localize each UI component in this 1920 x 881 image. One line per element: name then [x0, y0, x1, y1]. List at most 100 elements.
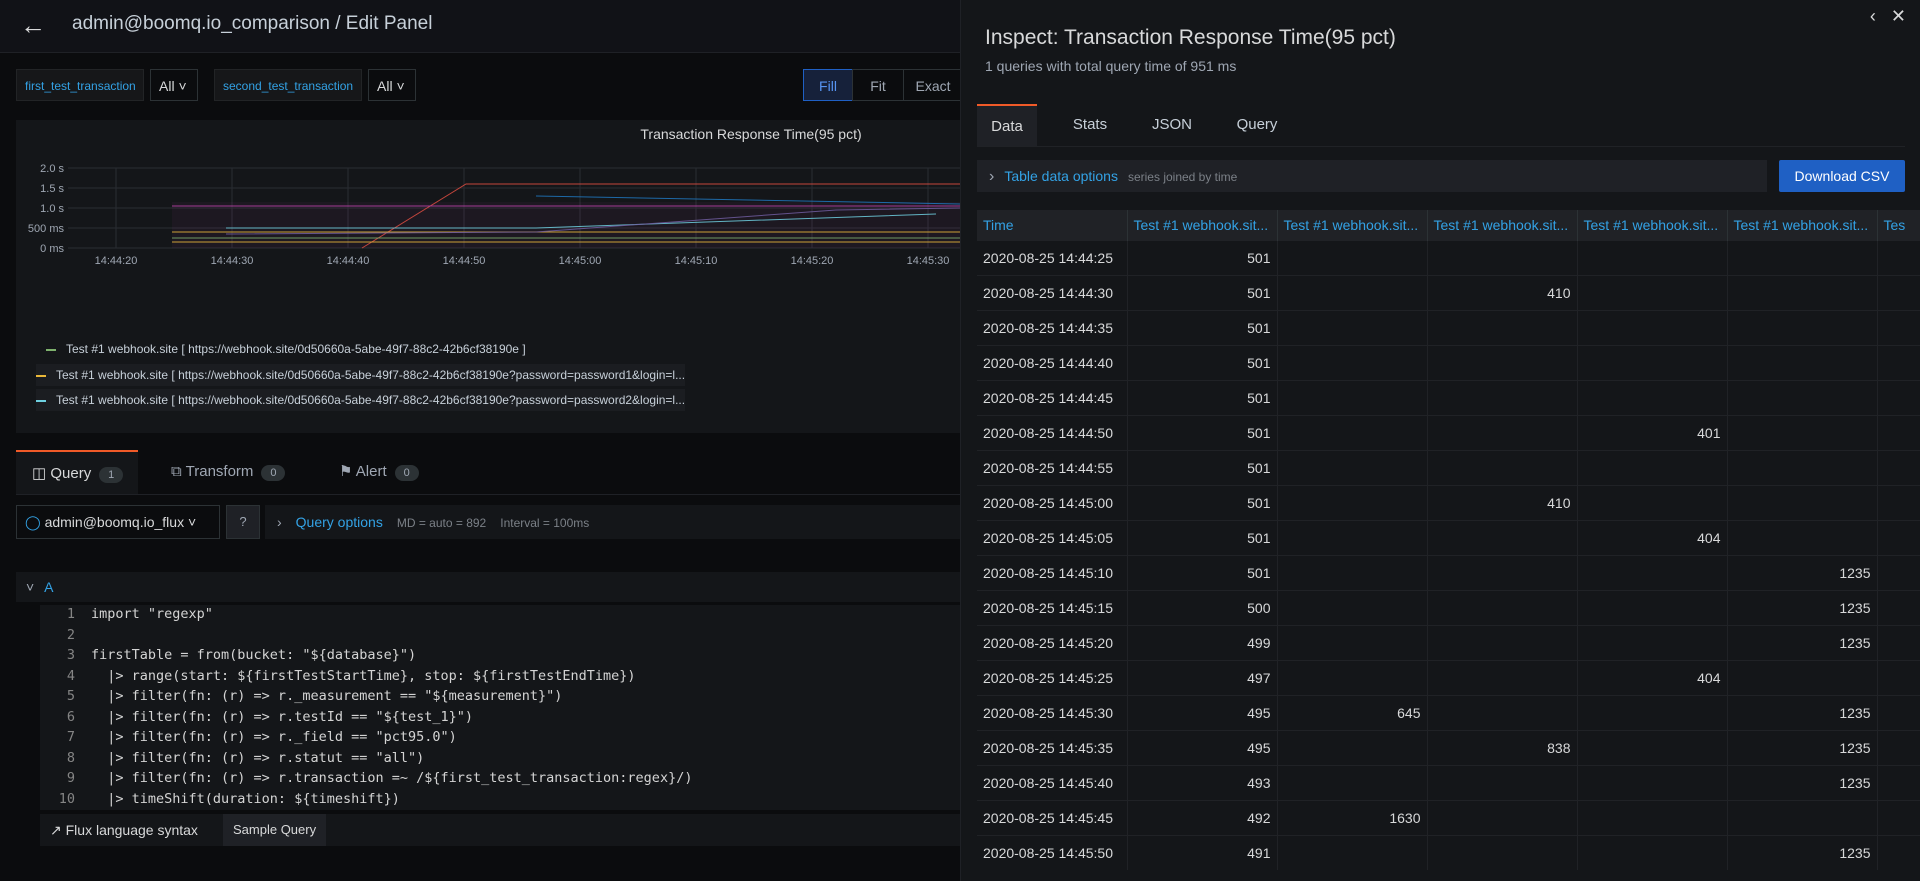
- table-cell: [1877, 520, 1920, 556]
- table-cell: 645: [1277, 695, 1428, 731]
- table-cell: 1235: [1727, 625, 1878, 661]
- column-header[interactable]: Test #1 webhook.sit...: [1277, 210, 1428, 241]
- view-mode-fit[interactable]: Fit: [852, 69, 904, 101]
- chevron-right-icon: ›: [989, 168, 995, 185]
- y-tick-label: 0 ms: [40, 243, 64, 255]
- code-line: 9 |> filter(fn: (r) => r.transaction =~ …: [40, 769, 693, 788]
- chevron-left-icon[interactable]: ‹: [1870, 6, 1876, 26]
- chevron-down-icon: ˅: [178, 78, 187, 94]
- table-cell: [1577, 800, 1728, 836]
- table-cell: [1277, 625, 1428, 661]
- code-line: 8 |> filter(fn: (r) => r.statut == "all"…: [40, 749, 424, 768]
- table-cell: [1277, 555, 1428, 591]
- column-header[interactable]: Test #1 webhook.sit...: [1427, 210, 1578, 241]
- code-text: import "regexp": [91, 606, 213, 622]
- flux-syntax-link[interactable]: ↗ Flux language syntax: [40, 814, 208, 846]
- view-mode-exact[interactable]: Exact: [903, 69, 960, 101]
- table-cell: 501: [1127, 555, 1278, 591]
- table-row: 2020-08-25 14:45:15 500 1235: [977, 590, 1920, 626]
- table-cell: 495: [1127, 695, 1278, 731]
- code-line: 5 |> filter(fn: (r) => r._measurement ==…: [40, 687, 563, 706]
- x-tick-label: 14:44:20: [95, 255, 138, 267]
- column-header[interactable]: Time: [977, 210, 1128, 241]
- tab-query[interactable]: ◫ Query 1: [16, 450, 138, 494]
- table-row: 2020-08-25 14:45:30 495 645 1235: [977, 695, 1920, 731]
- x-tick-label: 14:44:40: [327, 255, 370, 267]
- inspect-subtitle: 1 queries with total query time of 951 m…: [985, 58, 1237, 74]
- table-cell: 2020-08-25 14:44:40: [977, 345, 1128, 381]
- line-number: 2: [66, 626, 75, 643]
- legend-item[interactable]: Test #1 webhook.site [ https://webhook.s…: [46, 338, 526, 360]
- query-options[interactable]: › Query options MD = auto = 892 Interval = …: [265, 505, 960, 539]
- table-cell: [1427, 800, 1578, 836]
- code-editor[interactable]: 1 import "regexp" 2 3 firstTable = from(buck…: [40, 605, 960, 810]
- table-cell: 838: [1427, 730, 1578, 766]
- table-cell: [1727, 450, 1878, 486]
- drawer-controls: ‹ ✕: [1870, 6, 1906, 27]
- table-cell: [1577, 240, 1728, 276]
- table-cell: [1577, 485, 1728, 521]
- legend-item[interactable]: Test #1 webhook.site [ https://webhook.s…: [36, 364, 686, 386]
- tab-stats[interactable]: Stats: [1055, 104, 1125, 146]
- variable-select-first[interactable]: All ˅: [150, 69, 198, 101]
- table-cell: [1877, 835, 1920, 870]
- table-cell: [1577, 345, 1728, 381]
- table-cell: 501: [1127, 520, 1278, 556]
- arrow-left-icon[interactable]: ←: [20, 12, 46, 38]
- table-cell: [1577, 450, 1728, 486]
- table-cell: 1630: [1277, 800, 1428, 836]
- chevron-down-icon: ˅: [187, 514, 197, 530]
- close-icon[interactable]: ✕: [1891, 6, 1906, 26]
- help-icon[interactable]: ?: [226, 505, 260, 539]
- table-cell: 501: [1127, 240, 1278, 276]
- table-cell: 2020-08-25 14:45:30: [977, 695, 1128, 731]
- data-table: Time Test #1 webhook.sit... Test #1 webhoo…: [977, 210, 1920, 870]
- query-row-header[interactable]: ˅ A: [16, 572, 960, 602]
- column-header[interactable]: Test #1 webhook.sit...: [1127, 210, 1278, 241]
- response-time-chart: 2.0 s 1.5 s 1.0 s 500 ms 0 ms 14:44:20 14:44:3…: [28, 163, 960, 267]
- table-cell: [1427, 835, 1578, 870]
- datasource-picker[interactable]: ◯ admin@boomq.io_flux ˅: [16, 505, 220, 539]
- column-header[interactable]: Tes: [1877, 210, 1920, 241]
- table-cell: [1727, 240, 1878, 276]
- view-mode-fill[interactable]: Fill: [803, 69, 853, 101]
- table-row: 2020-08-25 14:44:40 501: [977, 345, 1920, 381]
- variable-select-second[interactable]: All ˅: [368, 69, 416, 101]
- y-tick-label: 2.0 s: [40, 163, 64, 175]
- series-area: [172, 202, 960, 248]
- table-cell: [1877, 310, 1920, 346]
- column-header[interactable]: Test #1 webhook.sit...: [1727, 210, 1878, 241]
- tab-label: Transform: [185, 463, 254, 480]
- table-row: 2020-08-25 14:44:50 501 401: [977, 415, 1920, 451]
- column-header[interactable]: Test #1 webhook.sit...: [1577, 210, 1728, 241]
- table-cell: 2020-08-25 14:45:35: [977, 730, 1128, 766]
- sample-query-button[interactable]: Sample Query: [223, 814, 327, 846]
- table-row: 2020-08-25 14:45:10 501 1235: [977, 555, 1920, 591]
- table-cell: [1877, 555, 1920, 591]
- table-row: 2020-08-25 14:45:50 491 1235: [977, 835, 1920, 870]
- table-cell: [1877, 695, 1920, 731]
- code-line: 1 import "regexp": [40, 605, 213, 624]
- tab-json[interactable]: JSON: [1137, 104, 1207, 146]
- tab-query[interactable]: Query: [1222, 104, 1292, 146]
- table-cell: 501: [1127, 310, 1278, 346]
- table-cell: [1727, 485, 1878, 521]
- tab-alert[interactable]: ⚑ Alert 0: [339, 450, 419, 494]
- table-cell: [1877, 625, 1920, 661]
- code-line: 4 |> range(start: ${firstTestStartTime},…: [40, 667, 636, 686]
- table-cell: [1277, 520, 1428, 556]
- table-cell: [1277, 485, 1428, 521]
- legend-swatch: [36, 399, 46, 402]
- line-number: 3: [66, 647, 75, 663]
- table-cell: 404: [1577, 660, 1728, 696]
- tab-data[interactable]: Data: [977, 104, 1037, 146]
- legend-item[interactable]: Test #1 webhook.site [ https://webhook.s…: [36, 389, 686, 411]
- table-data-options[interactable]: › Table data options series joined by time: [977, 160, 1767, 192]
- download-csv-button[interactable]: Download CSV: [1779, 160, 1905, 192]
- table-cell: 501: [1127, 485, 1278, 521]
- tab-transform[interactable]: ⧉ Transform 0: [171, 450, 286, 494]
- datasource-row: ◯ admin@boomq.io_flux ˅ ? › Query options…: [16, 505, 960, 541]
- table-cell: [1577, 765, 1728, 801]
- table-cell: 501: [1127, 415, 1278, 451]
- transform-icon: ⧉: [171, 463, 182, 480]
